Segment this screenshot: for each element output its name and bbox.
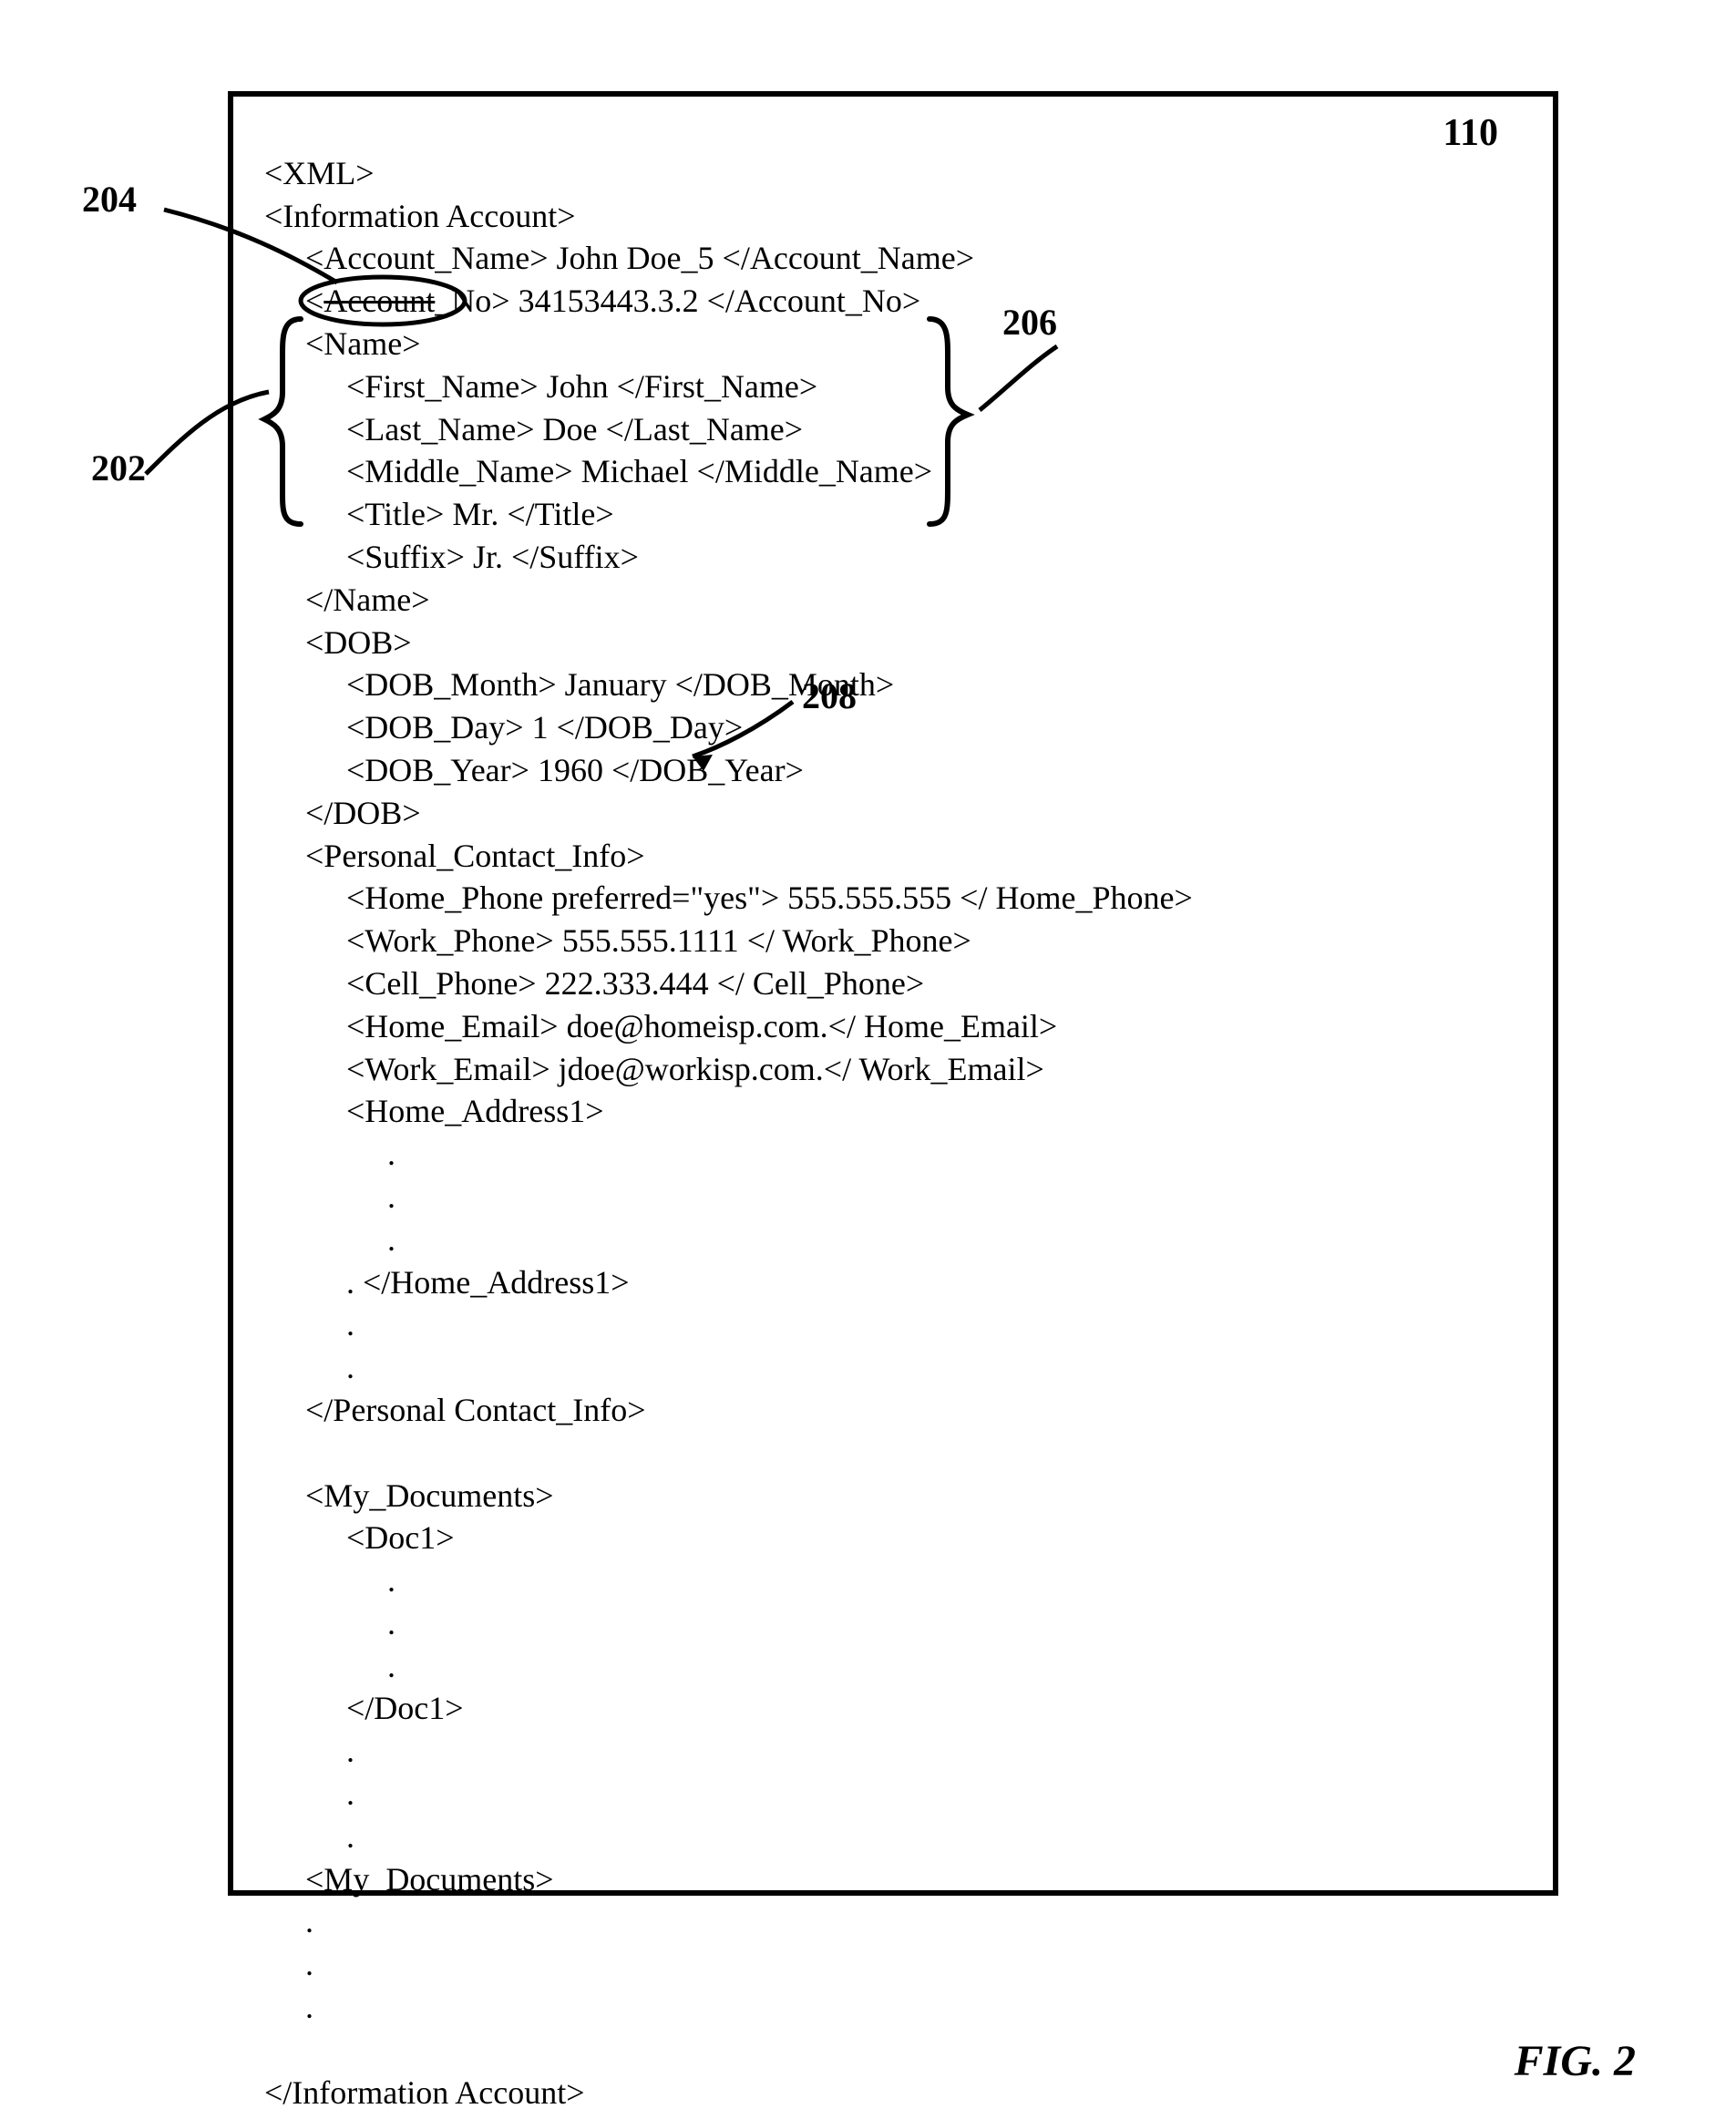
code-line: . [264,1733,354,1769]
code-line: <My_Documents> [264,1861,554,1898]
code-line: </Name> [264,581,430,618]
code-line: <My_Documents> [264,1477,554,1514]
reference-202: 202 [91,447,146,489]
code-line: <DOB_Year> 1960 </DOB_Year> [264,752,804,788]
code-line: . [264,1349,354,1385]
code-line: </Doc1> [264,1690,464,1726]
code-line: . [264,1775,354,1812]
code-line: </DOB> [264,795,421,831]
code-line: <Work_Email> jdoe@workisp.com.</ Work_Em… [264,1051,1044,1087]
code-line: <Doc1> [264,1519,455,1556]
reference-204: 204 [82,178,137,221]
code-line: . [264,1989,313,2025]
code-line: <Information Account> [264,198,576,234]
code-line: . [264,1605,395,1641]
code-line: <DOB_Month> January </DOB_Month> [264,666,894,703]
code-line: <Account_Name> John Doe_5 </Account_Name… [264,240,974,276]
code-line: <Home_Address1> [264,1093,604,1129]
code-line: <Personal_Contact_Info> [264,838,645,874]
code-line: <Title> Mr. </Title> [264,496,614,532]
figure-caption: FIG. 2 [1515,2036,1636,2086]
code-line: <Last_Name> Doe </Last_Name> [264,411,803,447]
code-line: . [264,1648,395,1684]
xml-code-block: <XML> <Information Account> <Account_Nam… [264,109,1540,2119]
reference-208: 208 [802,674,857,717]
code-line: <Suffix> Jr. </Suffix> [264,539,639,575]
code-line: . [264,1136,395,1172]
code-line: . [264,1178,395,1215]
code-line: <Middle_Name> Michael </Middle_Name> [264,453,932,489]
code-line: . [264,1903,313,1939]
code-line: . [264,1818,354,1855]
code-line: <Name> [264,325,421,362]
code-line: <Work_Phone> 555.555.1111 </ Work_Phone> [264,922,971,959]
code-line: . [264,1946,313,1982]
reference-206: 206 [1002,301,1057,344]
code-line: . [264,1562,395,1599]
code-line: </Information Account> [264,2074,585,2111]
code-line: . [264,1221,395,1258]
code-line: <Cell_Phone> 222.333.444 </ Cell_Phone> [264,965,924,1002]
code-line: <Home_Phone preferred="yes"> 555.555.555… [264,879,1193,916]
code-line: <XML> [264,155,375,191]
code-line: </Personal Contact_Info> [264,1392,646,1428]
code-line: <DOB_Day> 1 </DOB_Day> [264,709,743,746]
code-line: <Account_No> 34153443.3.2 </Account_No> [264,283,920,319]
code-line: <First_Name> John </First_Name> [264,368,817,405]
code-line: . </Home_Address1> [264,1264,630,1301]
code-line: . [264,1306,354,1342]
code-line: <DOB> [264,624,412,661]
code-line: <Home_Email> doe@homeisp.com.</ Home_Ema… [264,1008,1057,1044]
